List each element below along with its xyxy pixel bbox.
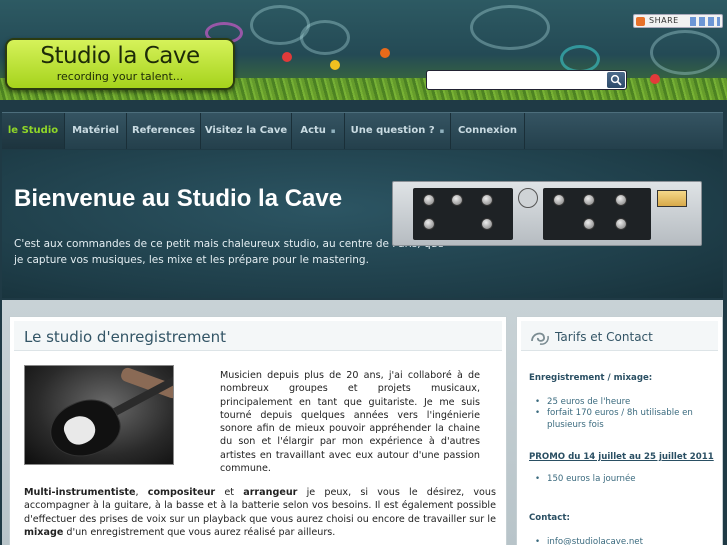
- flower-decoration: [380, 48, 390, 58]
- social-icons: [690, 17, 720, 26]
- swirl-icon: [531, 332, 549, 345]
- nav-item-connexion[interactable]: Connexion: [451, 113, 525, 149]
- text-fragment: ,: [135, 487, 148, 498]
- sidebar-title: Tarifs et Contact: [555, 330, 653, 344]
- site-logo[interactable]: Studio la Cave recording your talent...: [5, 38, 235, 90]
- nav-item-label: Visitez la Cave: [204, 125, 288, 136]
- intro-paragraph: Musicien depuis plus de 20 ans, j'ai col…: [220, 370, 480, 475]
- sidebar-tarifs: Tarifs et Contact Enregistrement / mixag…: [516, 316, 723, 545]
- nav-item-le-studio[interactable]: le Studio: [2, 113, 65, 149]
- nav-item-materiel[interactable]: Matériel: [65, 113, 127, 149]
- body-paragraph: Multi-instrumentiste, compositeur et arr…: [24, 486, 496, 539]
- article-title: Le studio d'enregistrement: [24, 328, 227, 346]
- main-article: Le studio d'enregistrement Musicien depu…: [9, 316, 507, 545]
- guitarist-photo: [24, 365, 174, 465]
- device-knob: [423, 218, 435, 230]
- hero-banner: Bienvenue au Studio la Cave C'est aux co…: [2, 150, 723, 298]
- search-button[interactable]: [607, 72, 625, 88]
- nav-item-label: Actu: [300, 125, 326, 136]
- nav-item-label: Matériel: [72, 125, 119, 136]
- decorative-swirl: [650, 30, 720, 75]
- search-icon: [610, 74, 622, 86]
- device-knob: [615, 194, 627, 206]
- nav-item-label: References: [131, 125, 196, 136]
- decorative-swirl: [560, 45, 600, 73]
- decorative-swirl: [470, 5, 550, 50]
- search-input[interactable]: [429, 72, 607, 88]
- device-knob: [583, 218, 595, 230]
- decorative-swirl: [300, 20, 350, 55]
- contact-email-link[interactable]: info@studiolacave.net: [535, 536, 707, 545]
- flower-decoration: [282, 52, 292, 62]
- article-header: Le studio d'enregistrement: [14, 321, 502, 351]
- main-navigation: le Studio Matériel References Visitez la…: [2, 112, 723, 149]
- nav-item-visitez-la-cave[interactable]: Visitez la Cave: [201, 113, 292, 149]
- banner-title: Bienvenue au Studio la Cave: [14, 185, 343, 212]
- device-logo: [518, 188, 538, 208]
- bold-term: compositeur: [147, 487, 216, 498]
- share-icon: [636, 17, 645, 26]
- bold-term: Multi-instrumentiste: [24, 487, 136, 498]
- text-fragment: d'un enregistrement que vous aurez réali…: [63, 526, 336, 538]
- banner-text: C'est aux commandes de ce petit mais cha…: [14, 238, 444, 266]
- dropdown-indicator-icon: ▪: [330, 127, 336, 135]
- site-header: Studio la Cave recording your talent... …: [0, 0, 727, 100]
- device-knob: [615, 218, 627, 230]
- nav-item-une-question[interactable]: Une question ? ▪: [345, 113, 451, 149]
- device-knob: [451, 194, 463, 206]
- device-knob: [583, 194, 595, 206]
- logo-subtitle: recording your talent...: [56, 70, 184, 83]
- price-item: 150 euros la journée: [535, 473, 707, 485]
- text-fragment: et: [215, 487, 244, 498]
- vu-meter: [657, 190, 687, 207]
- device-knob: [553, 194, 565, 206]
- search-box: [426, 70, 627, 90]
- nav-item-actu[interactable]: Actu ▪: [292, 113, 345, 149]
- logo-title: Studio la Cave: [40, 43, 200, 69]
- nav-item-label: Connexion: [457, 125, 518, 136]
- dropdown-indicator-icon: ▪: [439, 127, 445, 135]
- flower-decoration: [330, 60, 340, 70]
- nav-item-label: le Studio: [7, 125, 59, 136]
- nav-item-label: Une question ?: [350, 125, 435, 136]
- section-heading-promo[interactable]: PROMO du 14 juillet au 25 juillet 2011: [529, 452, 714, 462]
- sidebar-header: Tarifs et Contact: [521, 321, 718, 351]
- bold-term: mixage: [24, 526, 64, 538]
- device-knob: [481, 218, 493, 230]
- price-item: forfait 170 euros / 8h utilisable en plu…: [535, 407, 707, 431]
- section-heading-enregistrement: Enregistrement / mixage:: [529, 373, 653, 383]
- section-heading-contact: Contact:: [529, 513, 570, 523]
- bold-term: arrangeur: [243, 487, 298, 498]
- device-knob: [481, 194, 493, 206]
- nav-item-references[interactable]: References: [127, 113, 201, 149]
- share-label: SHARE: [649, 16, 679, 25]
- flower-decoration: [650, 74, 660, 84]
- share-button[interactable]: SHARE: [633, 14, 723, 28]
- preamp-device-image: [392, 181, 702, 246]
- device-knob: [423, 194, 435, 206]
